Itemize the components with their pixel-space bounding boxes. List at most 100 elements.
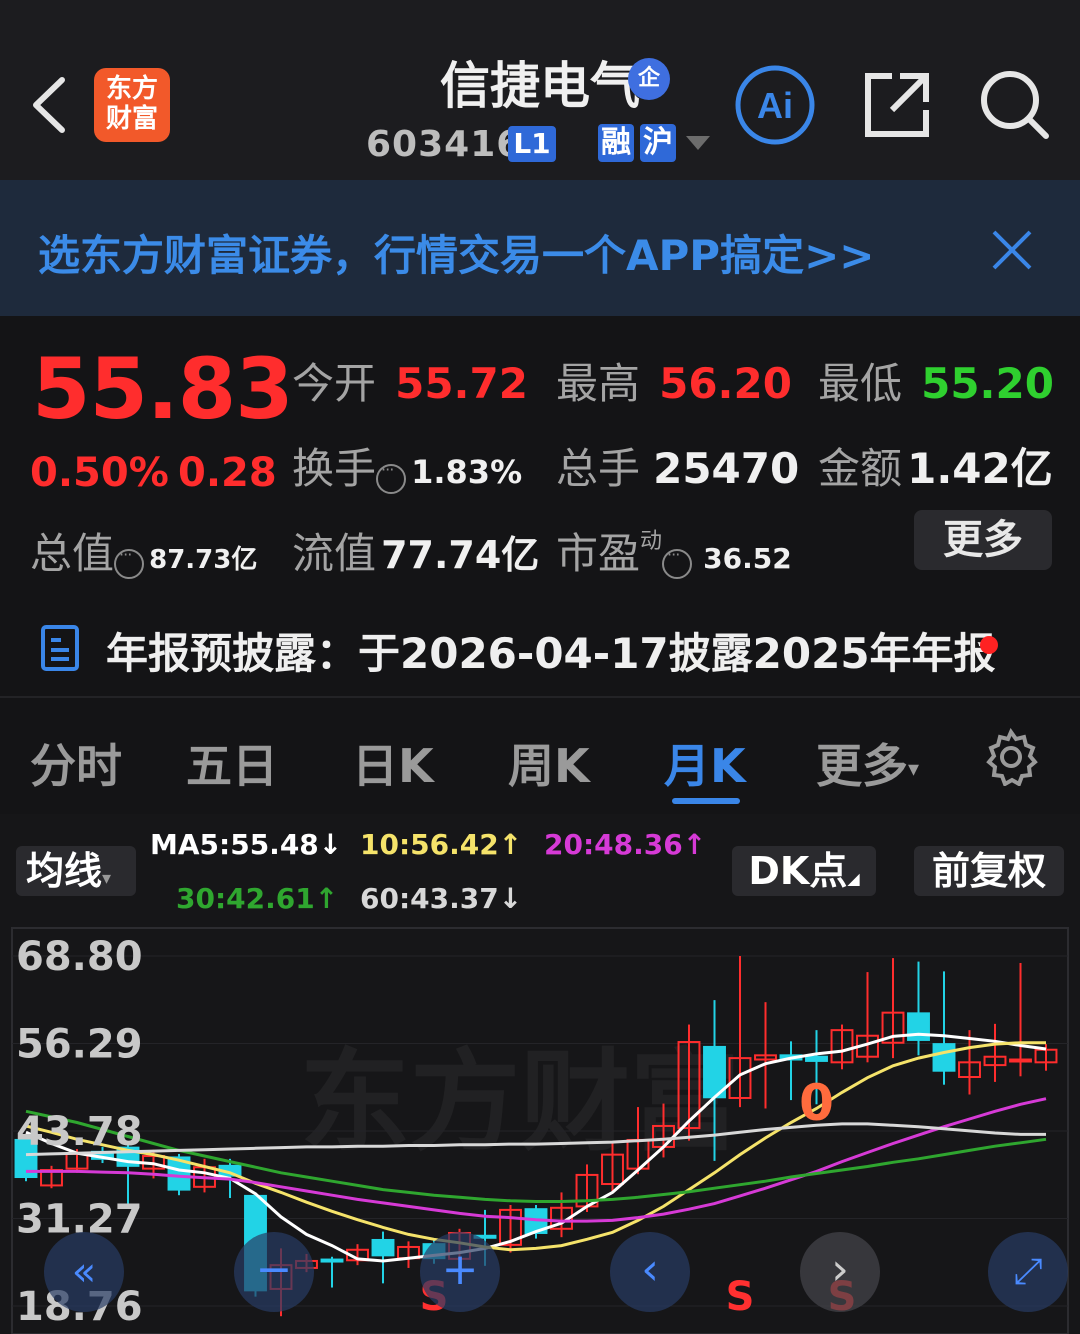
chevron-right-icon: › xyxy=(831,1244,849,1295)
low-value: 55.20 xyxy=(921,359,1054,408)
candle-body xyxy=(932,1043,956,1072)
svg-text:Ai: Ai xyxy=(757,85,793,126)
unread-dot xyxy=(980,636,998,654)
enterprise-badge: 企 xyxy=(628,58,670,100)
float-cap-field: 流值 77.74亿 xyxy=(292,520,539,581)
y-axis-tick-label: 43.78 xyxy=(16,1109,143,1155)
pe-label: 市盈 xyxy=(556,529,641,578)
ai-assistant-icon[interactable]: Ai xyxy=(734,64,816,146)
sell-signal-marker: S xyxy=(726,1274,755,1320)
ma20-readout: 20:48.36↑ xyxy=(544,828,707,861)
caret-down-icon: ▾ xyxy=(908,757,920,782)
scroll-right-button[interactable]: › xyxy=(800,1232,880,1312)
tab-five-day[interactable]: 五日 xyxy=(186,730,278,796)
turnover-value: 1.83% xyxy=(411,453,523,491)
candle-body xyxy=(371,1238,395,1257)
stock-title: 信捷电气 xyxy=(440,57,640,115)
candlestick-chart[interactable]: 东方财富 68.8056.2943.7831.2718.76 SSS0 xyxy=(0,920,1080,1334)
tab-weekly-k[interactable]: 周K xyxy=(508,730,590,796)
close-icon[interactable] xyxy=(990,228,1034,272)
ma-selector-button[interactable]: 均线▾ xyxy=(16,846,136,896)
y-axis-tick-label: 56.29 xyxy=(16,1022,143,1068)
info-icon[interactable] xyxy=(662,545,693,579)
margin-tag: 融 xyxy=(598,124,634,162)
back-arrow-icon[interactable] xyxy=(26,70,76,140)
scroll-left-button[interactable]: ‹ xyxy=(610,1232,690,1312)
pe-dynamic-sup: 动 xyxy=(640,528,663,554)
market-cap-field[interactable]: 总值 87.73亿 xyxy=(30,520,257,581)
zoom-in-button[interactable]: + xyxy=(420,1232,500,1312)
promo-banner-text[interactable]: 选东方财富证券，行情交易一个APP搞定>> xyxy=(38,222,874,283)
scroll-left-fast-button[interactable]: « xyxy=(44,1232,124,1312)
volume-value: 25470 xyxy=(653,444,800,493)
candle-body xyxy=(1009,1058,1032,1063)
dk-point-label: DK点 xyxy=(748,849,848,893)
search-icon[interactable] xyxy=(978,68,1050,140)
turnover-label: 换手 xyxy=(292,444,377,493)
candle-body xyxy=(805,1055,828,1062)
shanghai-tag[interactable]: 沪 xyxy=(640,124,676,162)
minus-icon: − xyxy=(255,1244,293,1295)
y-axis-tick-label: 68.80 xyxy=(16,934,143,980)
level1-badge: L1 xyxy=(508,126,556,162)
tab-intraday[interactable]: 分时 xyxy=(30,730,122,796)
tab-more[interactable]: 更多▾ xyxy=(816,730,919,796)
forward-adjust-button[interactable]: 前复权 xyxy=(914,846,1064,896)
turnover-field[interactable]: 换手 1.83% xyxy=(292,435,522,496)
active-tab-indicator xyxy=(672,798,740,804)
ma60-readout: 60:43.37↓ xyxy=(360,882,523,915)
high-label: 最高 xyxy=(556,359,641,408)
amount-label: 金额 xyxy=(818,444,903,493)
logo-line1: 东方 xyxy=(105,74,158,104)
chevron-left-icon: ‹ xyxy=(641,1244,659,1295)
high-value: 56.20 xyxy=(659,359,792,408)
pe-field[interactable]: 市盈动 36.52 xyxy=(556,520,792,581)
low-field: 最低 55.20 xyxy=(818,350,1054,411)
float-cap-value: 77.74亿 xyxy=(381,533,540,577)
market-cap-label: 总值 xyxy=(30,529,115,578)
eastmoney-logo[interactable]: 东方 财富 xyxy=(94,68,170,142)
open-label: 今开 xyxy=(292,359,377,408)
change-value: 0.28 xyxy=(178,450,277,496)
open-value: 55.72 xyxy=(395,359,528,408)
plus-icon: + xyxy=(441,1244,479,1295)
stock-code: 603416 xyxy=(366,124,523,165)
volume-field: 总手 25470 xyxy=(556,435,799,496)
ma5-readout: MA5:55.48↓ xyxy=(150,828,343,861)
gear-icon[interactable] xyxy=(982,728,1040,786)
tab-daily-k[interactable]: 日K xyxy=(352,730,434,796)
info-icon[interactable] xyxy=(114,545,145,579)
amount-value: 1.42亿 xyxy=(907,444,1053,493)
annual-report-notice[interactable]: 年报预披露：于2026-04-17披露2025年年报 xyxy=(106,620,996,681)
divider xyxy=(0,696,1080,698)
ma-selector-label: 均线 xyxy=(26,849,103,893)
fullscreen-button[interactable]: ⤢ xyxy=(988,1232,1068,1312)
candle-body xyxy=(320,1258,344,1263)
low-label: 最低 xyxy=(818,359,903,408)
caret-down-icon: ▾ xyxy=(102,868,112,889)
ma10-readout: 10:56.42↑ xyxy=(360,828,523,861)
tab-monthly-k[interactable]: 月K xyxy=(664,730,746,796)
amount-field: 金额 1.42亿 xyxy=(818,435,1053,496)
corner-triangle-icon: ◢ xyxy=(847,869,860,888)
report-icon xyxy=(41,625,79,671)
info-icon[interactable] xyxy=(376,460,407,494)
double-chevron-left-icon: « xyxy=(71,1249,97,1295)
pe-value: 36.52 xyxy=(703,542,792,575)
dk-point-button[interactable]: DK点◢ xyxy=(732,846,876,896)
high-field: 最高 56.20 xyxy=(556,350,792,411)
expand-icon: ⤢ xyxy=(1013,1251,1043,1292)
current-price: 55.83 xyxy=(32,340,294,438)
zero-signal-marker: 0 xyxy=(799,1074,834,1132)
tag-dropdown-icon[interactable] xyxy=(686,136,710,150)
logo-line2: 财富 xyxy=(105,104,158,134)
share-icon[interactable] xyxy=(862,70,932,140)
volume-label: 总手 xyxy=(556,444,641,493)
float-cap-label: 流值 xyxy=(292,529,377,578)
tab-more-label: 更多 xyxy=(816,739,908,793)
more-quote-button[interactable]: 更多 xyxy=(914,510,1052,570)
zoom-out-button[interactable]: − xyxy=(234,1232,314,1312)
open-field: 今开 55.72 xyxy=(292,350,528,411)
ma30-readout: 30:42.61↑ xyxy=(176,882,339,915)
market-cap-value: 87.73亿 xyxy=(149,545,258,575)
